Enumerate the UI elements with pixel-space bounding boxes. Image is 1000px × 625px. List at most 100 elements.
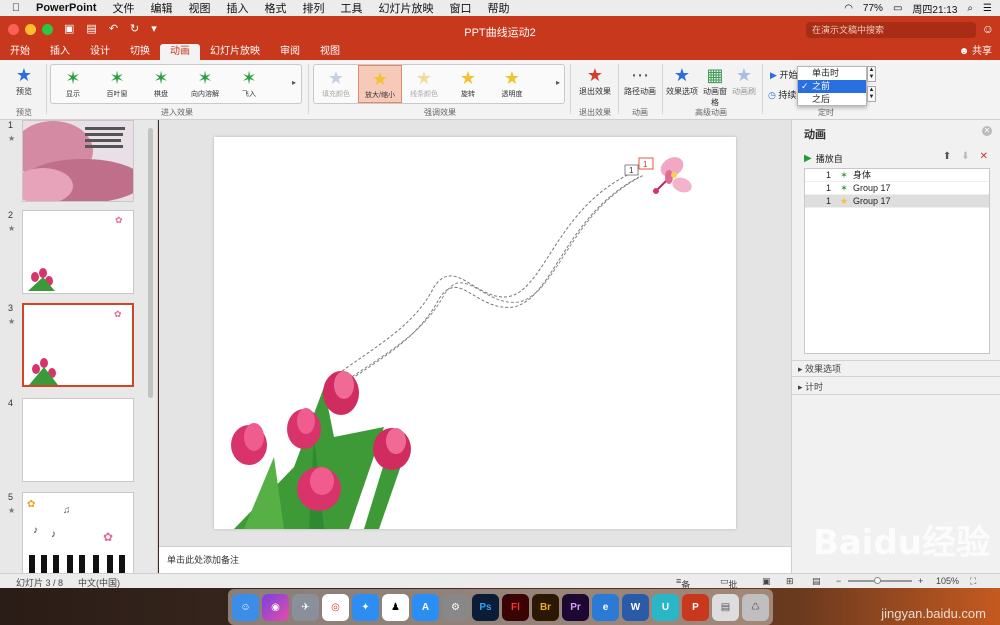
dock-appstore-icon[interactable]: A xyxy=(412,593,439,621)
entrance-blinds[interactable]: ✶ 百叶窗 xyxy=(95,65,139,103)
dock-siri-icon[interactable]: ◉ xyxy=(262,593,289,621)
tab-home[interactable]: 开始 xyxy=(0,44,40,60)
timing-section[interactable]: ▸ 计时 xyxy=(798,380,823,393)
dock-u-icon[interactable]: U xyxy=(652,593,679,621)
thumbnail-scrollbar[interactable] xyxy=(148,128,153,398)
dock-trash-icon[interactable]: ♺ xyxy=(742,593,769,621)
dock-chrome-icon[interactable]: ◎ xyxy=(322,593,349,621)
path-animation-button[interactable]: ⋯ 路径动画 xyxy=(620,64,660,97)
menu-view[interactable]: 视图 xyxy=(189,0,211,16)
battery-label[interactable]: 77% xyxy=(863,3,883,14)
zoom-slider-handle[interactable] xyxy=(874,577,881,584)
zoom-level[interactable]: 105% xyxy=(936,576,959,586)
zoom-out-icon[interactable]: − xyxy=(836,576,841,586)
move-up-icon[interactable]: ⬆ xyxy=(943,151,951,162)
menu-arrange[interactable]: 排列 xyxy=(303,0,325,16)
dock-safari-icon[interactable]: ✦ xyxy=(352,593,379,621)
menu-insert[interactable]: 插入 xyxy=(227,0,249,16)
delete-icon[interactable]: ✕ xyxy=(980,151,988,162)
menu-window[interactable]: 窗口 xyxy=(450,0,472,16)
animation-item-selected[interactable]: 1 ★ Group 17 xyxy=(805,195,989,208)
duration-stepper[interactable]: ▲ ▼ xyxy=(867,86,876,102)
animation-item[interactable]: 1 ✶ Group 17 xyxy=(805,182,989,195)
start-dropdown-menu[interactable]: 单击时 ✓ 之前 之后 xyxy=(797,66,867,106)
effect-options-section[interactable]: ▸ 效果选项 xyxy=(798,362,841,375)
start-option-after-previous[interactable]: 之后 xyxy=(798,93,866,106)
dock-preferences-icon[interactable]: ⚙ xyxy=(442,593,469,621)
menu-slideshow[interactable]: 幻灯片放映 xyxy=(379,0,434,16)
slide-thumb-4[interactable] xyxy=(22,398,134,482)
title-bar: ▣ ▤ ↶ ↻ ▾ PPT曲线运动2 在演示文稿中搜索 ☺ xyxy=(0,16,1000,44)
menu-format[interactable]: 格式 xyxy=(265,0,287,16)
dock-preview-icon[interactable]: ▤ xyxy=(712,593,739,621)
dock-powerpoint-icon[interactable]: P xyxy=(682,593,709,621)
effect-options-button[interactable]: ★ 效果选项 xyxy=(664,64,700,97)
dock-photoshop-icon[interactable]: Ps xyxy=(472,593,499,621)
menu-help[interactable]: 帮助 xyxy=(488,0,510,16)
feedback-smile-icon[interactable]: ☺ xyxy=(982,22,994,36)
emphasis-line-color[interactable]: ★ 线条颜色 xyxy=(402,65,446,103)
tab-design[interactable]: 设计 xyxy=(80,44,120,60)
emphasis-transparency[interactable]: ★ 透明度 xyxy=(490,65,534,103)
slide-thumb-5[interactable]: ✿ ♫ ♪ ♪ ✿ xyxy=(22,492,134,573)
dock-edge-icon[interactable]: e xyxy=(592,593,619,621)
dock-launchpad-icon[interactable]: ✈ xyxy=(292,593,319,621)
separator xyxy=(618,64,619,114)
entrance-checkerboard[interactable]: ✶ 棋盘 xyxy=(139,65,183,103)
tab-slideshow[interactable]: 幻灯片放映 xyxy=(200,44,270,60)
animation-pane-button[interactable]: ▦ 动画窗格 xyxy=(702,64,728,108)
exit-effects-button[interactable]: ★ 退出效果 xyxy=(574,64,616,97)
dock-bridge-icon[interactable]: Br xyxy=(532,593,559,621)
sorter-view-icon[interactable]: ⊞ xyxy=(786,576,794,587)
fit-to-window-icon[interactable]: ⛶ xyxy=(970,576,976,587)
normal-view-icon[interactable]: ▣ xyxy=(762,576,771,587)
menu-file[interactable]: 文件 xyxy=(113,0,135,16)
start-option-on-click[interactable]: 单击时 xyxy=(798,67,866,80)
emphasis-fill-color[interactable]: ★ 填充颜色 xyxy=(314,65,358,103)
entrance-appear[interactable]: ✶ 显示 xyxy=(51,65,95,103)
move-down-icon[interactable]: ⬇ xyxy=(961,151,969,162)
emphasis-spin[interactable]: ★ 旋转 xyxy=(446,65,490,103)
start-stepper[interactable]: ▲ ▼ xyxy=(867,66,876,82)
notes-button[interactable]: ≡ 备注 xyxy=(676,576,690,603)
entrance-dissolve[interactable]: ✶ 向内溶解 xyxy=(183,65,227,103)
share-button[interactable]: ☻ 共享 xyxy=(959,44,992,60)
spotlight-icon[interactable]: ⌕ xyxy=(967,3,973,14)
tab-insert[interactable]: 插入 xyxy=(40,44,80,60)
tab-animations[interactable]: 动画 xyxy=(160,44,200,60)
tab-review[interactable]: 审阅 xyxy=(270,44,310,60)
apple-icon[interactable]:  xyxy=(8,2,24,14)
dock-premiere-icon[interactable]: Pr xyxy=(562,593,589,621)
tab-view[interactable]: 视图 xyxy=(310,44,350,60)
zoom-in-icon[interactable]: + xyxy=(918,576,923,586)
menu-list-icon[interactable]: ☰ xyxy=(983,3,992,14)
dock-finder-icon[interactable]: ☺ xyxy=(232,593,259,621)
clock[interactable]: 周四21:13 xyxy=(912,1,957,16)
menu-edit[interactable]: 编辑 xyxy=(151,0,173,16)
slide-thumb-3-selected[interactable]: ✿ xyxy=(22,303,134,387)
animation-item[interactable]: 1 ✶ 身体 xyxy=(805,169,989,182)
start-option-with-previous[interactable]: ✓ 之前 xyxy=(798,80,866,93)
dock-flash-icon[interactable]: Fl xyxy=(502,593,529,621)
dock-qq-icon[interactable]: ♟ xyxy=(382,593,409,621)
close-pane-icon[interactable]: ✕ xyxy=(982,126,992,136)
menu-tools[interactable]: 工具 xyxy=(341,0,363,16)
gallery-scroll-right-icon[interactable]: ▸ xyxy=(292,78,296,87)
notes-input[interactable]: 单击此处添加备注 xyxy=(159,546,791,573)
animation-painter-button[interactable]: ★ 动画刷 xyxy=(730,64,758,97)
preview-button[interactable]: ★ 预览 xyxy=(6,64,42,97)
reading-view-icon[interactable]: ▤ xyxy=(812,576,821,587)
comments-button[interactable]: ▭ 批注 xyxy=(720,576,738,603)
slide-canvas[interactable]: 1 1 xyxy=(214,137,736,529)
wifi-icon[interactable]: ◠ xyxy=(844,3,853,14)
gallery-scroll-right-icon[interactable]: ▸ xyxy=(556,78,560,87)
entrance-fly-in[interactable]: ✶ 飞入 xyxy=(227,65,271,103)
app-menu[interactable]: PowerPoint xyxy=(36,2,97,14)
search-input[interactable]: 在演示文稿中搜索 xyxy=(806,22,976,38)
emphasis-grow-shrink[interactable]: ★ 放大/缩小 xyxy=(358,65,402,103)
tab-transitions[interactable]: 切换 xyxy=(120,44,160,60)
dock-word-icon[interactable]: W xyxy=(622,593,649,621)
slide-thumb-2[interactable]: ✿ xyxy=(22,210,134,294)
slide-thumb-1[interactable] xyxy=(22,120,134,202)
play-from-button[interactable]: ▶ 播放自 xyxy=(804,152,843,165)
